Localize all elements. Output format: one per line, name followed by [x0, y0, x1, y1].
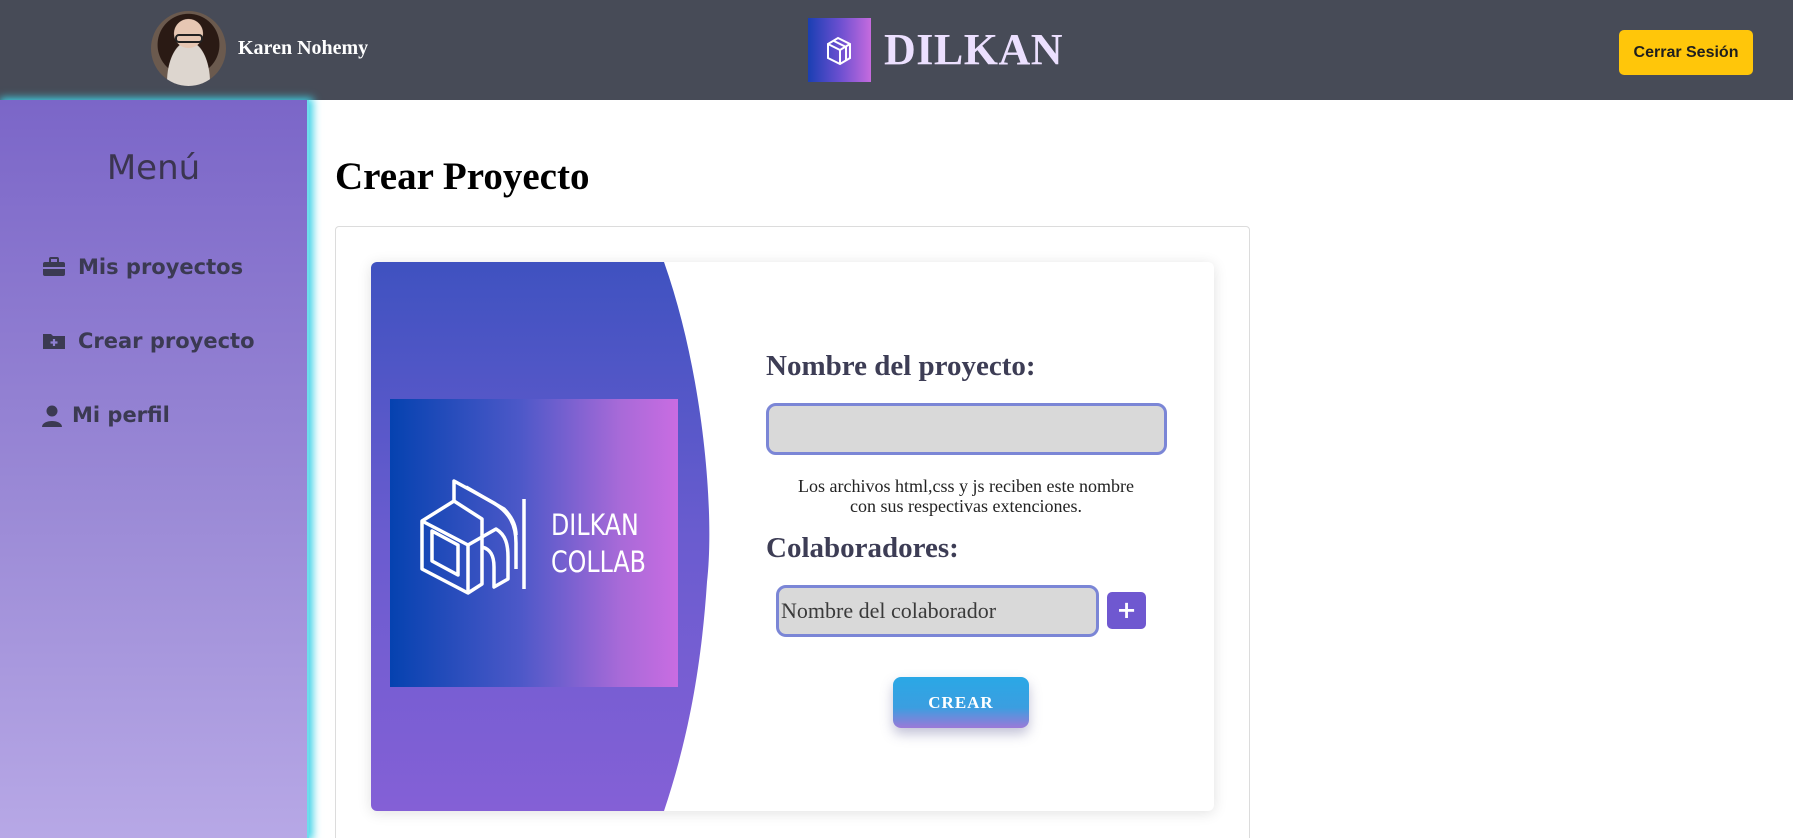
logout-button[interactable]: Cerrar Sesión [1619, 30, 1753, 75]
promo-line-2: COLLAB [551, 545, 646, 579]
hint-line-1: Los archivos html,css y js reciben este … [798, 476, 1134, 496]
sidebar-item-label: Mi perfil [72, 403, 170, 427]
create-project-button[interactable]: CREAR [893, 677, 1029, 728]
sidebar-item-label: Mis proyectos [78, 255, 244, 279]
project-name-hint: Los archivos html,css y js reciben este … [766, 476, 1166, 516]
hint-line-2: con sus respectivas extenciones. [850, 496, 1082, 516]
avatar-glasses [175, 34, 203, 43]
user-icon [42, 405, 62, 427]
top-header: Karen Nohemy DILKAN Cerrar Sesión [0, 0, 1793, 100]
menu-title: Menú [106, 148, 201, 188]
promo-line-1: DILKAN [551, 508, 639, 542]
folder-plus-icon [42, 331, 66, 351]
sidebar-item-label: Crear proyecto [78, 329, 255, 353]
dilkan-collab-logo: DILKAN COLLAB [390, 399, 678, 687]
brand-name: DILKAN [884, 25, 1064, 74]
sidebar-item-crear-proyecto[interactable]: Crear proyecto [42, 324, 255, 358]
project-name-input[interactable] [766, 403, 1167, 455]
user-name: Karen Nohemy [238, 37, 369, 59]
brand-logo-icon[interactable] [808, 18, 871, 82]
briefcase-icon [42, 257, 66, 277]
avatar[interactable] [151, 11, 226, 86]
sidebar: Menú Mis proyectos Crear proyecto Mi per… [0, 100, 309, 838]
sidebar-item-mis-proyectos[interactable]: Mis proyectos [42, 250, 243, 284]
add-collaborator-button[interactable]: + [1107, 592, 1146, 629]
page-title: Crear Proyecto [335, 155, 590, 198]
collaborators-label: Colaboradores: [766, 532, 959, 564]
project-name-label: Nombre del proyecto: [766, 350, 1036, 382]
promo-text: DILKAN COLLAB [551, 507, 646, 581]
sidebar-item-mi-perfil[interactable]: Mi perfil [42, 398, 170, 432]
collaborator-input[interactable] [776, 585, 1099, 637]
cube-logo-icon [420, 479, 526, 595]
